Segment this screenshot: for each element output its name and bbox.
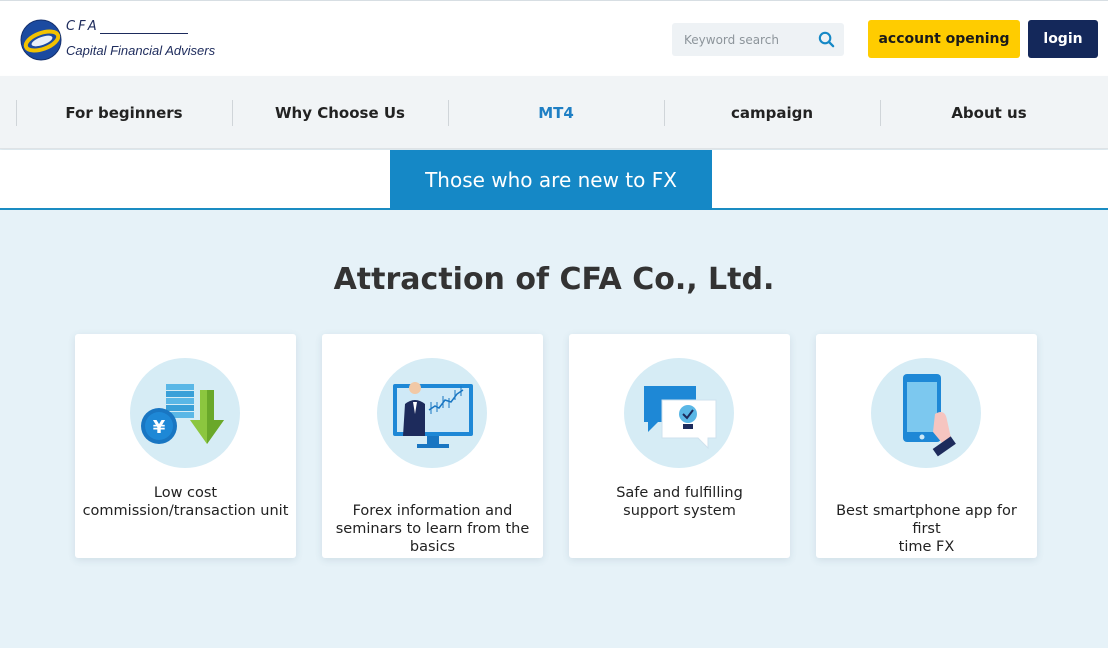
feature-card-smartphone-app[interactable]: Best smartphone app for first time FX — [816, 334, 1037, 558]
presenter-chart-screen-icon — [377, 358, 487, 468]
search-input[interactable] — [672, 23, 812, 56]
nav-item-about-us[interactable]: About us — [880, 76, 1098, 149]
card-label: Low cost commission/transaction unit — [82, 485, 289, 519]
card-label: Forex information and seminars to learn … — [335, 503, 530, 555]
site-header: CFA Capital Financial Advisers account o… — [0, 0, 1108, 76]
main-navigation: For beginners Why Choose Us MT4 campaign… — [0, 76, 1108, 149]
site-logo[interactable]: CFA Capital Financial Advisers — [20, 17, 220, 63]
feature-card-low-cost[interactable]: ¥ Low cost commission/transaction unit — [75, 334, 296, 558]
audience-tab-bar: Those who are new to FX — [0, 150, 1108, 210]
logo-company-name: Capital Financial Advisers — [66, 43, 216, 58]
nav-item-mt4[interactable]: MT4 — [448, 76, 664, 149]
yen-coins-down-arrow-icon: ¥ — [130, 358, 240, 468]
smartphone-hand-icon — [871, 358, 981, 468]
search-icon[interactable] — [817, 30, 836, 49]
feature-card-support[interactable]: Safe and fulfilling support system — [569, 334, 790, 558]
section-title: Attraction of CFA Co., Ltd. — [333, 262, 775, 297]
login-button[interactable]: login — [1028, 20, 1098, 58]
keyword-search-box — [672, 23, 844, 56]
nav-item-why-choose-us[interactable]: Why Choose Us — [232, 76, 448, 149]
nav-item-for-beginners[interactable]: For beginners — [16, 76, 232, 149]
nav-item-campaign[interactable]: campaign — [664, 76, 880, 149]
card-label: Safe and fulfilling support system — [616, 485, 743, 519]
cfa-globe-logo-icon — [20, 19, 62, 61]
feature-card-seminars[interactable]: Forex information and seminars to learn … — [322, 334, 543, 558]
svg-text:¥: ¥ — [153, 417, 166, 438]
account-opening-button[interactable]: account opening — [868, 20, 1020, 58]
card-label: Best smartphone app for first time FX — [836, 503, 1017, 555]
tab-new-to-fx[interactable]: Those who are new to FX — [390, 150, 712, 210]
chat-bubble-lightbulb-icon — [624, 358, 734, 468]
logo-underline — [100, 33, 188, 34]
logo-abbreviation: CFA — [66, 19, 100, 34]
